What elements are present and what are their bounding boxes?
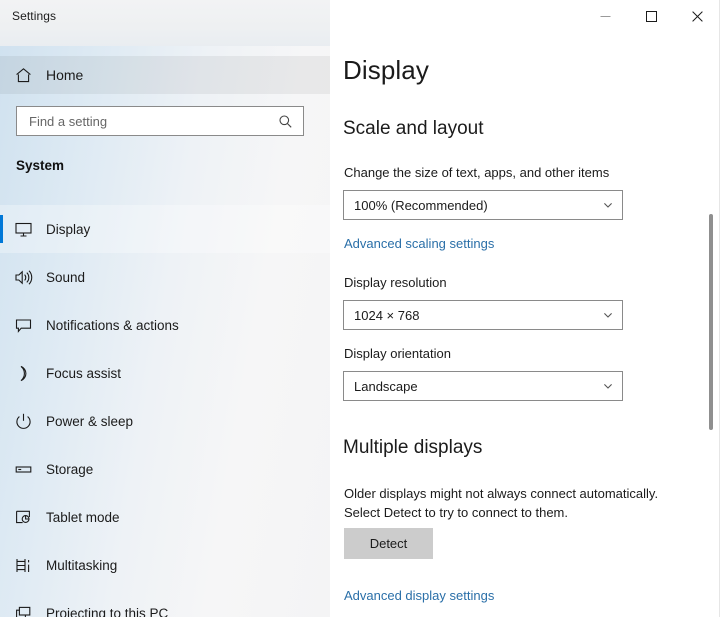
chevron-down-icon (602, 199, 614, 211)
search-container (16, 106, 304, 136)
sidebar-item-label: Display (46, 221, 91, 237)
projecting-icon (0, 604, 46, 617)
selection-indicator (0, 215, 3, 243)
sidebar-item-storage[interactable]: Storage (0, 445, 330, 493)
description-line-2: Select Detect to try to connect to them. (344, 505, 568, 520)
multitasking-icon (0, 556, 46, 575)
selection-indicator (0, 551, 3, 579)
main-content: Display Scale and layout Change the size… (330, 0, 720, 617)
search-box[interactable] (16, 106, 304, 136)
page-title: Display (343, 55, 429, 85)
close-button[interactable] (674, 0, 720, 32)
sidebar-item-projecting[interactable]: Projecting to this PC (0, 589, 330, 617)
label-change-size: Change the size of text, apps, and other… (344, 165, 610, 180)
sidebar-item-home[interactable]: Home (0, 56, 330, 94)
settings-window: Home System (0, 0, 720, 617)
section-title-multiple-displays: Multiple displays (343, 437, 483, 458)
sidebar-item-multitasking[interactable]: Multitasking (0, 541, 330, 589)
sidebar: Home System (0, 0, 330, 617)
advanced-scaling-settings-link[interactable]: Advanced scaling settings (344, 236, 494, 251)
power-icon (0, 412, 46, 431)
sidebar-item-label: Storage (46, 461, 94, 477)
chevron-down-icon (602, 309, 614, 321)
selection-indicator (0, 455, 3, 483)
selection-indicator (0, 503, 3, 531)
sidebar-item-label: Focus assist (46, 365, 122, 381)
detect-button[interactable]: Detect (344, 528, 433, 559)
sidebar-item-focus-assist[interactable]: Focus assist (0, 349, 330, 397)
search-input[interactable] (29, 107, 278, 135)
drive-icon (0, 460, 46, 479)
window-title: Settings (12, 9, 57, 23)
close-icon (691, 10, 703, 22)
content-scrollbar[interactable] (705, 36, 717, 614)
maximize-button[interactable] (628, 0, 674, 32)
sidebar-item-power-sleep[interactable]: Power & sleep (0, 397, 330, 445)
sidebar-nav-list: Display Sound Notifications & actions Fo… (0, 205, 330, 617)
sidebar-home-label: Home (46, 67, 84, 83)
selection-indicator (0, 599, 3, 617)
selection-indicator (0, 407, 3, 435)
sidebar-item-label: Tablet mode (46, 509, 120, 525)
description-line-1: Older displays might not always connect … (344, 486, 659, 501)
multiple-displays-description: Older displays might not always connect … (344, 484, 696, 522)
scale-dropdown-value: 100% (Recommended) (354, 197, 488, 213)
scrollbar-thumb[interactable] (709, 214, 713, 430)
label-display-orientation: Display orientation (344, 346, 451, 361)
search-icon[interactable] (278, 114, 297, 129)
tablet-hand-icon (0, 508, 46, 527)
orientation-dropdown-value: Landscape (354, 378, 418, 394)
section-title-scale-and-layout: Scale and layout (343, 118, 484, 139)
sidebar-item-notifications[interactable]: Notifications & actions (0, 301, 330, 349)
selection-indicator (0, 263, 3, 291)
monitor-icon (0, 220, 46, 239)
sidebar-item-display[interactable]: Display (0, 205, 330, 253)
sidebar-item-sound[interactable]: Sound (0, 253, 330, 301)
sidebar-item-label: Sound (46, 269, 86, 285)
sidebar-item-label: Notifications & actions (46, 317, 179, 333)
window-controls (582, 0, 720, 32)
minimize-button[interactable] (582, 0, 628, 32)
advanced-display-settings-link[interactable]: Advanced display settings (344, 588, 494, 603)
maximize-icon (645, 10, 657, 22)
minimize-icon (600, 11, 611, 22)
label-display-resolution: Display resolution (344, 275, 447, 290)
sidebar-group-title: System (16, 158, 65, 173)
resolution-dropdown[interactable]: 1024 × 768 (343, 300, 623, 330)
scale-dropdown[interactable]: 100% (Recommended) (343, 190, 623, 220)
moon-icon (0, 364, 46, 383)
sidebar-item-tablet-mode[interactable]: Tablet mode (0, 493, 330, 541)
selection-indicator (0, 311, 3, 339)
speech-bubble-icon (0, 316, 46, 335)
speaker-icon (0, 268, 46, 287)
chevron-down-icon (602, 380, 614, 392)
sidebar-top-area (0, 0, 330, 46)
orientation-dropdown[interactable]: Landscape (343, 371, 623, 401)
sidebar-item-label: Projecting to this PC (46, 605, 169, 617)
home-icon (0, 67, 46, 84)
resolution-dropdown-value: 1024 × 768 (354, 307, 420, 323)
sidebar-item-label: Multitasking (46, 557, 118, 573)
sidebar-item-label: Power & sleep (46, 413, 134, 429)
selection-indicator (0, 359, 3, 387)
